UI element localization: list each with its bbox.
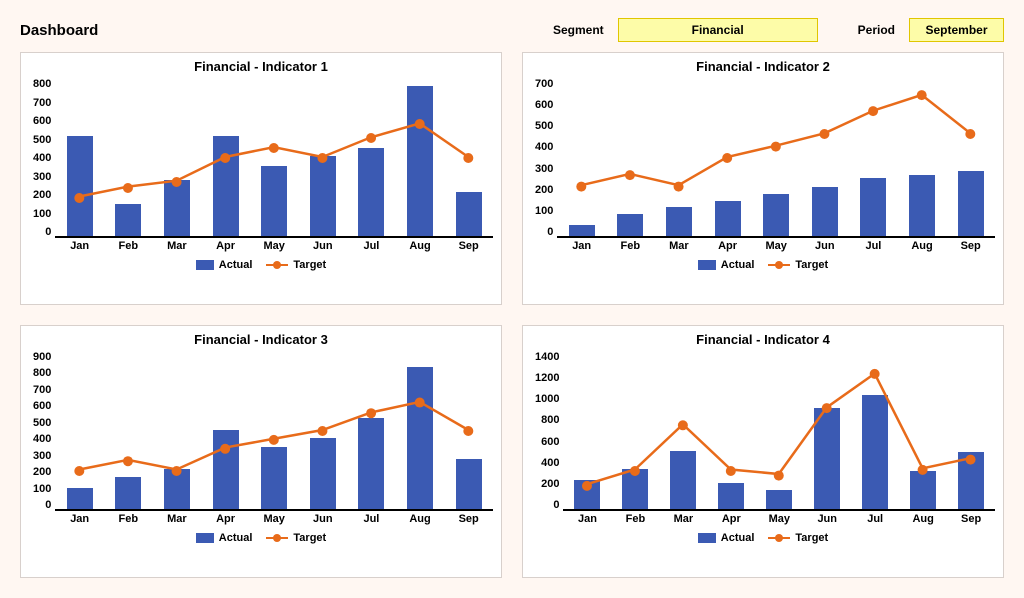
legend-actual: Actual — [698, 259, 755, 271]
x-axis: JanFebMarAprMayJunJulAugSep — [55, 240, 493, 252]
plot-area — [563, 351, 995, 511]
x-axis: JanFebMarAprMayJunJulAugSep — [557, 240, 995, 252]
header: Dashboard Segment Financial Period Septe… — [0, 0, 1024, 52]
line-target-markers — [557, 78, 995, 236]
y-axis: 1400120010008006004002000 — [531, 351, 563, 511]
chart-panel-2: Financial - Indicator 2 70060050040030020… — [522, 52, 1004, 305]
swatch-bar-icon — [196, 260, 214, 270]
legend: Actual Target — [29, 532, 493, 544]
plot-area — [55, 78, 493, 238]
chart-title: Financial - Indicator 3 — [29, 332, 493, 347]
chart-panel-1: Financial - Indicator 1 80070060050040030… — [20, 52, 502, 305]
swatch-bar-icon — [698, 533, 716, 543]
swatch-bar-icon — [698, 260, 716, 270]
line-target-markers — [55, 78, 493, 236]
swatch-line-icon — [768, 533, 790, 543]
swatch-line-icon — [266, 260, 288, 270]
legend-target: Target — [768, 532, 828, 544]
legend: Actual Target — [531, 532, 995, 544]
y-axis: 8007006005004003002001000 — [29, 78, 55, 238]
legend-actual: Actual — [196, 259, 253, 271]
swatch-line-icon — [266, 533, 288, 543]
plot-area — [55, 351, 493, 511]
y-axis: 7006005004003002001000 — [531, 78, 557, 238]
x-axis: JanFebMarAprMayJunJulAugSep — [563, 513, 995, 525]
chart-title: Financial - Indicator 1 — [29, 59, 493, 74]
segment-selector[interactable]: Financial — [618, 18, 818, 42]
chart-title: Financial - Indicator 2 — [531, 59, 995, 74]
y-axis: 9008007006005004003002001000 — [29, 351, 55, 511]
plot-area — [557, 78, 995, 238]
period-label: Period — [858, 23, 895, 37]
legend-actual: Actual — [698, 532, 755, 544]
chart-title: Financial - Indicator 4 — [531, 332, 995, 347]
swatch-bar-icon — [196, 533, 214, 543]
legend-target: Target — [266, 532, 326, 544]
chart-panel-3: Financial - Indicator 3 90080070060050040… — [20, 325, 502, 578]
legend: Actual Target — [29, 259, 493, 271]
chart-grid: Financial - Indicator 1 80070060050040030… — [0, 52, 1024, 592]
legend-target: Target — [768, 259, 828, 271]
line-target-markers — [563, 351, 995, 509]
period-selector[interactable]: September — [909, 18, 1004, 42]
x-axis: JanFebMarAprMayJunJulAugSep — [55, 513, 493, 525]
swatch-line-icon — [768, 260, 790, 270]
legend-actual: Actual — [196, 532, 253, 544]
page-title: Dashboard — [20, 22, 98, 39]
chart-panel-4: Financial - Indicator 4 14001200100080060… — [522, 325, 1004, 578]
legend: Actual Target — [531, 259, 995, 271]
legend-target: Target — [266, 259, 326, 271]
line-target-markers — [55, 351, 493, 509]
segment-label: Segment — [553, 23, 604, 37]
